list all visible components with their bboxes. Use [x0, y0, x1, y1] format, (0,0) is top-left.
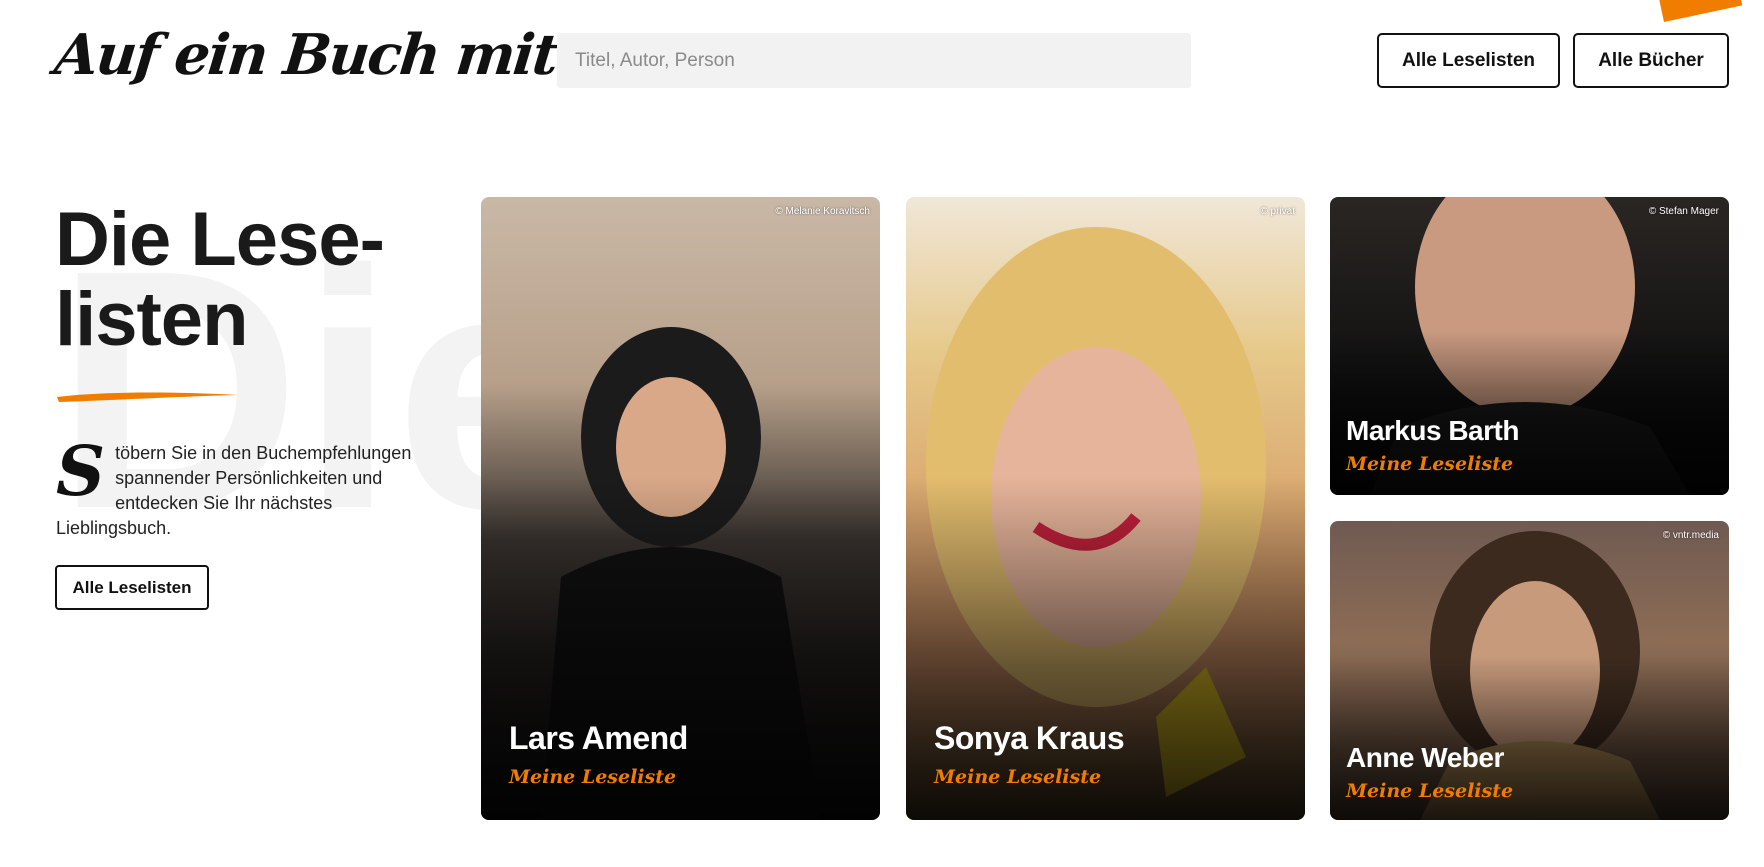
photo-credit: © vntr.media	[1662, 530, 1719, 541]
site-header: Auf ein Buch mit... Alle Leselisten Alle…	[0, 0, 1764, 100]
reading-list-label: Meine Leseliste	[1346, 780, 1514, 802]
all-books-button[interactable]: Alle Bücher	[1573, 33, 1729, 88]
drop-cap: S	[56, 432, 106, 512]
photo-credit: © privat	[1260, 206, 1295, 217]
page-title: Die Lese- listen	[55, 200, 435, 360]
title-line-2: listen	[55, 276, 248, 362]
reading-list-card-markus-barth[interactable]: © Stefan Mager Markus Barth Meine Leseli…	[1330, 197, 1729, 495]
person-name: Lars Amend	[509, 720, 688, 756]
photo-credit: © Melanie Koravitsch	[775, 206, 870, 217]
intro-text: töbern Sie in den Buchempfehlungen spann…	[56, 443, 412, 538]
photo-credit: © Stefan Mager	[1648, 206, 1719, 217]
search-input[interactable]	[557, 33, 1191, 88]
site-logo[interactable]: Auf ein Buch mit...	[52, 22, 613, 88]
reading-list-card-sonya-kraus[interactable]: © privat Sonya Kraus Meine Leseliste	[906, 197, 1305, 820]
person-name: Markus Barth	[1346, 415, 1519, 446]
all-reading-lists-button[interactable]: Alle Leselisten	[1377, 33, 1560, 88]
person-name: Sonya Kraus	[934, 720, 1125, 756]
title-line-1: Die Lese-	[55, 197, 385, 282]
intro-description: S töbern Sie in den Buchempfehlungen spa…	[56, 432, 428, 541]
reading-list-card-anne-weber[interactable]: © vntr.media Anne Weber Meine Leseliste	[1330, 521, 1729, 820]
reading-list-label: Meine Leseliste	[509, 766, 677, 788]
title-underline-stroke	[57, 392, 238, 402]
intro-all-lists-button[interactable]: Alle Leselisten	[55, 565, 209, 610]
reading-list-label: Meine Leseliste	[934, 766, 1102, 788]
corner-badge	[1657, 0, 1743, 22]
reading-list-card-lars-amend[interactable]: © Melanie Koravitsch Lars Amend Meine Le…	[481, 197, 880, 820]
reading-list-label: Meine Leseliste	[1346, 453, 1514, 475]
person-name: Anne Weber	[1346, 742, 1504, 773]
